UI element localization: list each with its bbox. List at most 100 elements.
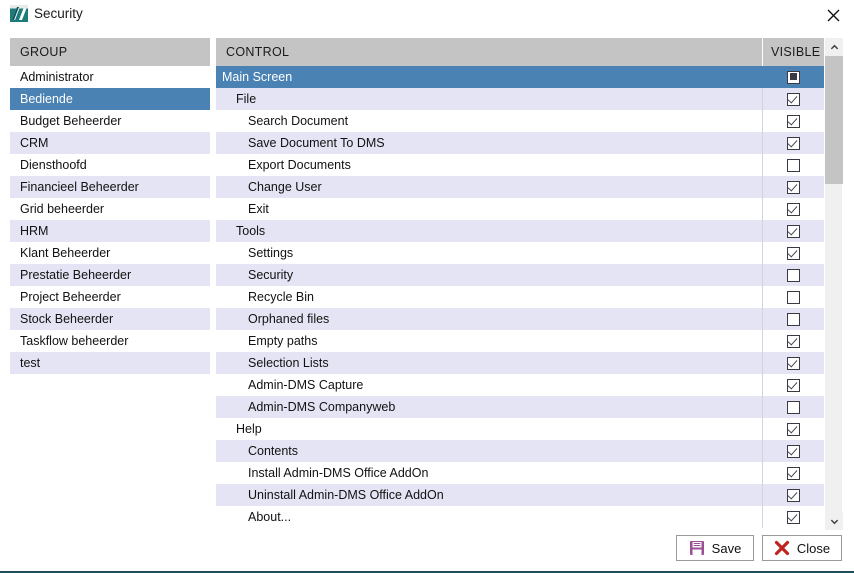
visible-cell[interactable] [763, 462, 824, 484]
close-button[interactable]: Close [762, 535, 842, 561]
visible-checkbox[interactable] [787, 93, 800, 106]
visible-checkbox[interactable] [787, 357, 800, 370]
visible-checkbox[interactable] [787, 467, 800, 480]
control-row[interactable]: Recycle Bin [216, 286, 824, 308]
control-list-scrollbar[interactable] [824, 38, 842, 530]
group-list-item[interactable]: HRM [10, 220, 210, 242]
group-list-item-label: HRM [20, 224, 48, 238]
visible-checkbox[interactable] [787, 115, 800, 128]
visible-checkbox[interactable] [787, 225, 800, 238]
group-list-item[interactable]: Stock Beheerder [10, 308, 210, 330]
control-row[interactable]: Contents [216, 440, 824, 462]
visible-cell[interactable] [763, 484, 824, 506]
control-row-label: Security [216, 264, 763, 286]
control-row[interactable]: Search Document [216, 110, 824, 132]
control-row[interactable]: Orphaned files [216, 308, 824, 330]
group-list-item-label: Administrator [20, 70, 94, 84]
control-tree-list[interactable]: Main ScreenFileSearch DocumentSave Docum… [216, 66, 824, 530]
visible-checkbox[interactable] [787, 423, 800, 436]
visible-cell[interactable] [763, 198, 824, 220]
visible-cell[interactable] [763, 66, 824, 88]
visible-cell[interactable] [763, 110, 824, 132]
visible-cell[interactable] [763, 352, 824, 374]
chevron-down-icon[interactable] [825, 512, 843, 530]
group-list-item[interactable]: Prestatie Beheerder [10, 264, 210, 286]
visible-cell[interactable] [763, 330, 824, 352]
control-row[interactable]: About... [216, 506, 824, 528]
visible-cell[interactable] [763, 264, 824, 286]
control-row[interactable]: Change User [216, 176, 824, 198]
control-row[interactable]: Main Screen [216, 66, 824, 88]
visible-checkbox[interactable] [787, 269, 800, 282]
red-x-icon [774, 540, 790, 556]
control-row-label: Recycle Bin [216, 286, 763, 308]
group-list-item[interactable]: Diensthoofd [10, 154, 210, 176]
control-row[interactable]: Export Documents [216, 154, 824, 176]
visible-checkbox[interactable] [787, 445, 800, 458]
visible-cell[interactable] [763, 506, 824, 528]
group-list-item-label: test [20, 356, 40, 370]
control-header-label-cell[interactable]: CONTROL [216, 38, 763, 66]
group-list-item[interactable]: Project Beheerder [10, 286, 210, 308]
visible-checkbox[interactable] [787, 313, 800, 326]
group-list-item[interactable]: Budget Beheerder [10, 110, 210, 132]
control-row[interactable]: Empty paths [216, 330, 824, 352]
group-list-item-label: Budget Beheerder [20, 114, 121, 128]
visible-checkbox[interactable] [787, 401, 800, 414]
group-list-item[interactable]: Administrator [10, 66, 210, 88]
control-row-label: Install Admin-DMS Office AddOn [216, 462, 763, 484]
visible-checkbox[interactable] [787, 137, 800, 150]
group-list-item-label: Stock Beheerder [20, 312, 113, 326]
visible-checkbox[interactable] [787, 335, 800, 348]
visible-cell[interactable] [763, 88, 824, 110]
scrollbar-thumb[interactable] [825, 56, 843, 184]
group-list[interactable]: Administrator Bediende Budget Beheerder CRM… [10, 66, 210, 376]
group-list-item[interactable]: Financieel Beheerder [10, 176, 210, 198]
control-row[interactable]: Security [216, 264, 824, 286]
close-icon[interactable] [820, 2, 846, 28]
control-row[interactable]: Help [216, 418, 824, 440]
visible-cell[interactable] [763, 132, 824, 154]
group-list-item[interactable]: test [10, 352, 210, 374]
visible-cell[interactable] [763, 396, 824, 418]
visible-cell[interactable] [763, 176, 824, 198]
group-list-item[interactable]: Bediende [10, 88, 210, 110]
control-row[interactable]: Save Document To DMS [216, 132, 824, 154]
control-row[interactable]: Settings [216, 242, 824, 264]
visible-checkbox[interactable] [787, 379, 800, 392]
control-row[interactable]: Tools [216, 220, 824, 242]
group-list-item[interactable]: CRM [10, 132, 210, 154]
control-row[interactable]: Uninstall Admin-DMS Office AddOn [216, 484, 824, 506]
visible-cell[interactable] [763, 308, 824, 330]
group-list-item[interactable]: Grid beheerder [10, 198, 210, 220]
control-row[interactable]: File [216, 88, 824, 110]
visible-checkbox[interactable] [787, 71, 800, 84]
control-row[interactable]: Install Admin-DMS Office AddOn [216, 462, 824, 484]
visible-checkbox[interactable] [787, 489, 800, 502]
visible-cell[interactable] [763, 220, 824, 242]
visible-checkbox[interactable] [787, 247, 800, 260]
group-column-header[interactable]: GROUP [10, 38, 210, 66]
group-list-item[interactable]: Klant Beheerder [10, 242, 210, 264]
visible-cell[interactable] [763, 440, 824, 462]
visible-cell[interactable] [763, 154, 824, 176]
visible-cell[interactable] [763, 242, 824, 264]
visible-cell[interactable] [763, 374, 824, 396]
visible-cell[interactable] [763, 286, 824, 308]
save-button[interactable]: Save [676, 535, 754, 561]
visible-checkbox[interactable] [787, 203, 800, 216]
visible-header-label-cell[interactable]: VISIBLE [763, 38, 824, 66]
visible-checkbox[interactable] [787, 511, 800, 524]
control-row[interactable]: Exit [216, 198, 824, 220]
visible-checkbox[interactable] [787, 181, 800, 194]
visible-cell[interactable] [763, 418, 824, 440]
control-row-label: Admin-DMS Companyweb [216, 396, 763, 418]
control-row-label: File [216, 88, 763, 110]
control-row[interactable]: Selection Lists [216, 352, 824, 374]
control-row[interactable]: Admin-DMS Capture [216, 374, 824, 396]
visible-checkbox[interactable] [787, 291, 800, 304]
chevron-up-icon[interactable] [825, 38, 843, 56]
control-row[interactable]: Admin-DMS Companyweb [216, 396, 824, 418]
group-list-item[interactable]: Taskflow beheerder [10, 330, 210, 352]
visible-checkbox[interactable] [787, 159, 800, 172]
